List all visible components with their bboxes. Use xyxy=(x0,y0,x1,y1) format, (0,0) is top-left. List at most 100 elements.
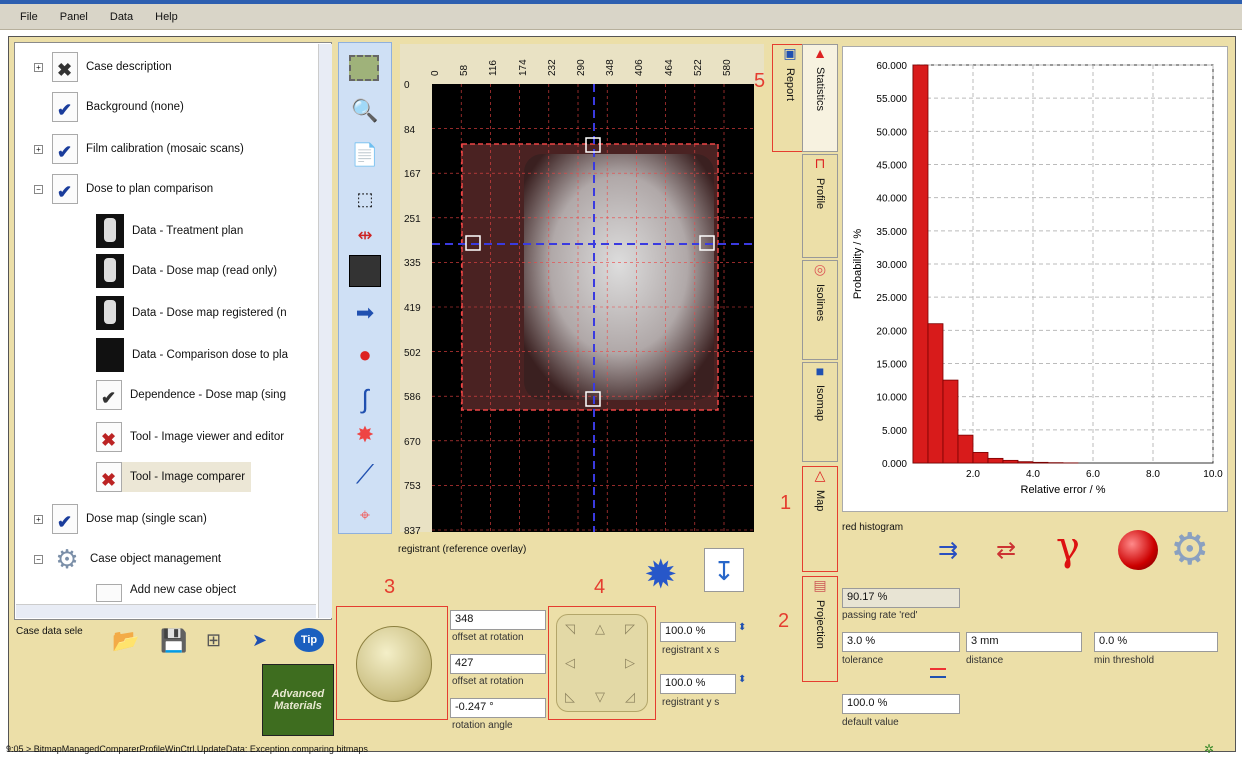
star-icon[interactable]: ✸ xyxy=(349,419,381,451)
y-tick-label: 15.000 xyxy=(876,360,907,371)
register-icon[interactable]: ⌖ xyxy=(349,499,381,531)
tree-item-treatment-plan[interactable]: Data - Treatment plan xyxy=(96,214,243,248)
ruler-y-tick: 586 xyxy=(404,392,421,404)
comparison-image[interactable] xyxy=(432,84,754,532)
image-thumbnail-icon[interactable] xyxy=(349,255,381,287)
tree-item-add-case-object[interactable]: Add new case object xyxy=(96,584,236,602)
status-bar: 9:05 > BitmapManagedComparerProfileWinCt… xyxy=(6,744,368,754)
tree-item-dose-to-plan[interactable]: ✔ Dose to plan comparison xyxy=(52,174,213,204)
expand-icon[interactable]: + xyxy=(34,515,43,524)
tree-item-dose-map-registered[interactable]: Data - Dose map registered (n xyxy=(96,296,287,330)
dose-thumbnail-icon xyxy=(96,214,124,248)
add-object-icon[interactable]: ⊞ xyxy=(206,630,221,651)
tab-profile[interactable]: ⊓ Profile xyxy=(802,154,838,258)
scale-x-field[interactable]: 100.0 % xyxy=(660,622,736,642)
offset-x-label: offset at rotation xyxy=(452,632,524,643)
line-profile-icon[interactable]: ⇹ xyxy=(349,219,381,251)
ruler-y-tick: 251 xyxy=(404,213,421,225)
offset-x-field[interactable]: 348 xyxy=(450,610,546,630)
red-sphere-icon[interactable] xyxy=(1118,530,1158,570)
collapse-icon[interactable]: − xyxy=(34,185,43,194)
tree-item-film-calibration[interactable]: ✔ Film calibration (mosaic scans) xyxy=(52,134,244,164)
navigate-icon[interactable]: ➤ xyxy=(252,630,267,651)
advanced-materials-logo: Advanced Materials xyxy=(262,664,334,736)
menu-file[interactable]: File xyxy=(20,11,38,23)
arrows-inward-blue-icon[interactable]: ⇉ xyxy=(938,536,958,565)
dose-thumbnail-icon xyxy=(96,296,124,330)
zoom-icon[interactable]: 🔍 xyxy=(349,95,381,127)
menu-data[interactable]: Data xyxy=(110,11,133,23)
isomap-tab-icon: ■ xyxy=(815,363,825,379)
nudge-down-right-icon[interactable]: ◿ xyxy=(625,689,635,705)
nudge-down-left-icon[interactable]: ◺ xyxy=(565,689,575,705)
scale-y-spinner[interactable]: ⬍ xyxy=(738,674,746,685)
tree-item-dose-map-read-only[interactable]: Data - Dose map (read only) xyxy=(96,254,277,288)
arrows-outward-red-icon[interactable]: ⇄ xyxy=(996,536,1016,565)
y-tick-label: 40.000 xyxy=(876,194,907,205)
tree-item-label: Dose map (single scan) xyxy=(86,513,207,525)
document-icon xyxy=(96,584,122,602)
tip-icon[interactable]: Tip xyxy=(294,628,324,652)
tree-item-dependence[interactable]: ✔ Dependence - Dose map (sing xyxy=(96,380,286,410)
tree-item-comparison-dose[interactable]: Data - Comparison dose to pla xyxy=(96,338,288,372)
x-axis-label: Relative error / % xyxy=(1021,484,1106,496)
scale-y-field[interactable]: 100.0 % xyxy=(660,674,736,694)
gamma-star-icon[interactable]: ✹ xyxy=(644,552,678,598)
tree-item-case-description[interactable]: ✖ Case description xyxy=(52,52,172,82)
open-folder-icon[interactable]: 📂 xyxy=(112,628,139,654)
nudge-up-icon[interactable]: △ xyxy=(595,621,605,637)
min-threshold-field[interactable]: 0.0 % xyxy=(1094,632,1218,652)
tree-horizontal-scrollbar[interactable] xyxy=(16,604,316,618)
projection-tab-icon: ▤ xyxy=(813,577,827,593)
gamma-icon[interactable]: γ xyxy=(1056,524,1080,570)
tab-projection[interactable]: ▤ Projection xyxy=(802,576,838,682)
crop-icon[interactable]: ⬚ xyxy=(349,183,381,215)
color-swatch-blue xyxy=(930,676,946,678)
document-check-icon: ✔ xyxy=(52,174,78,204)
curve-icon[interactable]: ∫ xyxy=(349,383,381,415)
tree-item-dose-map-single[interactable]: ✔ Dose map (single scan) xyxy=(52,504,207,534)
nudge-down-icon[interactable]: ▽ xyxy=(595,689,605,705)
ruler-y-tick: 670 xyxy=(404,436,421,448)
line-icon[interactable]: ⟋ xyxy=(349,459,381,491)
rotation-dial[interactable] xyxy=(356,626,432,702)
rotation-angle-label: rotation angle xyxy=(452,720,513,731)
tree-item-case-object-management[interactable]: ⚙ Case object management xyxy=(52,544,221,574)
scale-x-spinner[interactable]: ⬍ xyxy=(738,622,746,633)
tree-vertical-scrollbar[interactable] xyxy=(318,44,332,618)
tree-item-background[interactable]: ✔ Background (none) xyxy=(52,92,184,122)
select-area-icon[interactable] xyxy=(349,55,379,81)
tolerance-label: tolerance xyxy=(842,655,884,666)
tab-map[interactable]: △ Map xyxy=(802,466,838,572)
offset-y-field[interactable]: 427 xyxy=(450,654,546,674)
tab-isolines[interactable]: ◎ Isolines xyxy=(802,260,838,360)
ruler-y-tick: 0 xyxy=(404,80,410,91)
rgb-channels-icon[interactable]: ● xyxy=(349,339,381,371)
y-tick-label: 30.000 xyxy=(876,260,907,271)
nudge-right-icon[interactable]: ▷ xyxy=(625,655,635,671)
expand-icon[interactable]: + xyxy=(34,145,43,154)
nudge-up-right-icon[interactable]: ◸ xyxy=(625,621,635,637)
menu-help[interactable]: Help xyxy=(155,11,178,23)
default-value-field[interactable]: 100.0 % xyxy=(842,694,960,714)
collapse-icon[interactable]: − xyxy=(34,555,43,564)
tree-item-image-viewer[interactable]: ✖ Tool - Image viewer and editor xyxy=(96,422,284,452)
save-icon[interactable]: 💾 xyxy=(160,628,187,654)
tab-isomap[interactable]: ■ Isomap xyxy=(802,362,838,462)
settings-gear-icon[interactable]: ⚙ xyxy=(1170,524,1209,575)
tab-statistics[interactable]: ▲ Statistics xyxy=(802,44,838,152)
arrow-icon[interactable]: ➡ xyxy=(349,297,381,329)
nudge-up-left-icon[interactable]: ◹ xyxy=(565,621,575,637)
rotation-angle-field[interactable]: -0.247 ° xyxy=(450,698,546,718)
tree-item-image-comparer[interactable]: ✖ Tool - Image comparer xyxy=(96,462,252,492)
tree-item-label: Tool - Image viewer and editor xyxy=(130,431,285,443)
export-page-icon[interactable]: ↧ xyxy=(704,548,744,592)
page-icon[interactable]: 📄 xyxy=(349,139,381,171)
menu-panel[interactable]: Panel xyxy=(60,11,88,23)
tree-item-label: Case object management xyxy=(90,553,222,565)
expand-icon[interactable]: + xyxy=(34,63,43,72)
tolerance-field[interactable]: 3.0 % xyxy=(842,632,960,652)
y-tick-label: 55.000 xyxy=(876,94,907,105)
nudge-left-icon[interactable]: ◁ xyxy=(565,655,575,671)
distance-field[interactable]: 3 mm xyxy=(966,632,1082,652)
